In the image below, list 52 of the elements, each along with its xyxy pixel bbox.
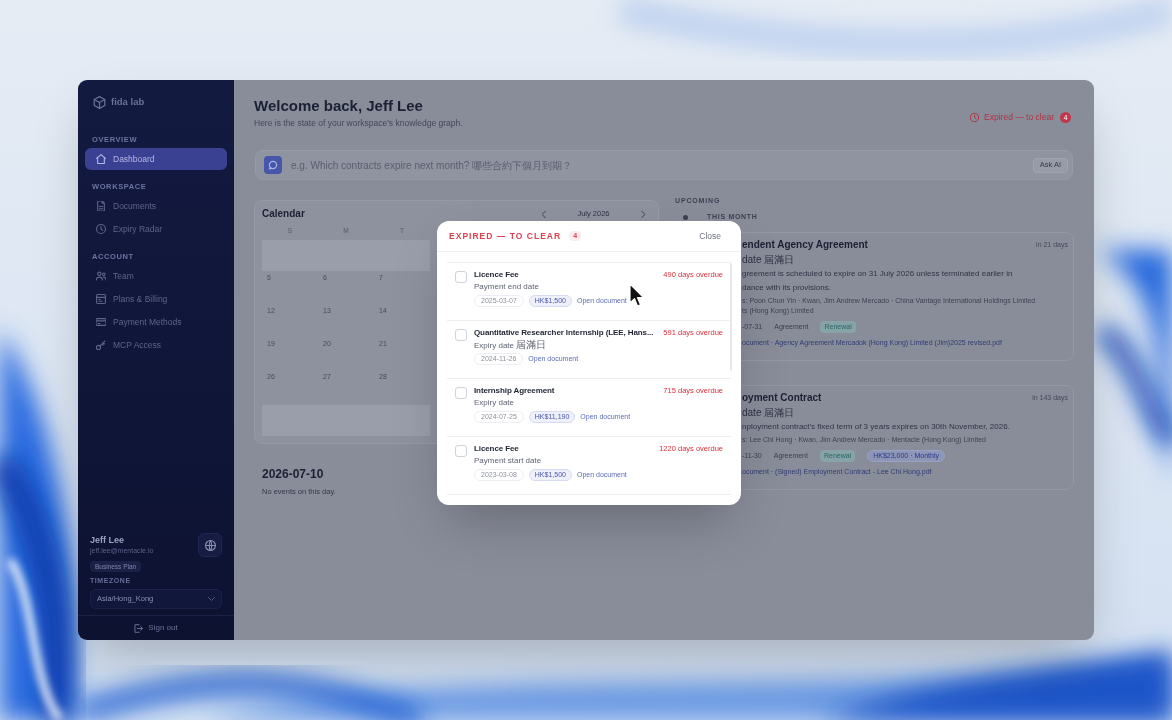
card-description: nployment contract's fixed term of 3 years expires on 30th November, 2026.: [742, 421, 1010, 433]
cube-logo-icon: [93, 95, 106, 109]
card-title: oyment Contract: [742, 392, 822, 404]
language-button[interactable]: [198, 533, 222, 557]
item-title: Licence Fee: [474, 270, 519, 280]
logo-text: fida lab: [111, 97, 145, 107]
checkbox[interactable]: [455, 271, 467, 283]
close-button[interactable]: Close: [695, 229, 725, 243]
card-subtitle: date 屆滿日: [742, 406, 795, 419]
clock-icon: [96, 224, 106, 234]
checkbox[interactable]: [455, 445, 467, 457]
nav-item[interactable]: Documents: [85, 195, 227, 217]
key-icon: [96, 340, 106, 350]
item-title: Licence Fee: [474, 444, 519, 454]
invoice-icon: [96, 294, 106, 304]
dot-icon: [683, 214, 688, 220]
nav-item[interactable]: MCP Access: [85, 334, 227, 356]
mouse-pointer-icon: [629, 283, 645, 308]
calendar-title: Calendar: [262, 207, 305, 221]
item-subtitle: Expiry date 屆滿日: [474, 339, 547, 351]
globe-icon: [204, 539, 216, 551]
nav-item[interactable]: Expiry Radar: [85, 218, 227, 240]
nav-item[interactable]: Dashboard: [85, 148, 227, 170]
checkbox[interactable]: [455, 387, 467, 399]
item-title: Quantitative Researcher Internship (LEE, Hans...: [474, 328, 654, 338]
dialog-title: EXPIRED — TO CLEAR: [449, 229, 562, 243]
selected-date: 2026-07-10: [262, 466, 324, 482]
chevron-left-icon[interactable]: [542, 210, 546, 218]
item-subtitle: Payment start date: [474, 455, 542, 467]
chevron-right-icon[interactable]: [641, 210, 645, 218]
item-title: Internship Agreement: [474, 386, 555, 396]
checkbox[interactable]: [455, 329, 467, 341]
home-icon: [96, 154, 106, 164]
people-icon: [96, 271, 106, 281]
chevron-down-icon: [208, 597, 215, 601]
item-subtitle: Payment end date: [474, 281, 539, 293]
item-subtitle: Expiry date: [474, 397, 515, 409]
nav-item[interactable]: Payment Methods: [85, 311, 227, 333]
chat-bubble-icon: [264, 156, 282, 174]
page-subtitle: Here is the state of your workspace's knowledge graph.: [254, 117, 463, 129]
nav-item[interactable]: Plans & Billing: [85, 288, 227, 310]
sign-out-icon: [134, 623, 144, 633]
sign-out-button[interactable]: Sign out: [134, 622, 178, 634]
card-subtitle: date 屆滿日: [742, 253, 795, 266]
nav-item[interactable]: Team: [85, 265, 227, 287]
user-name: Jeff Lee: [90, 534, 125, 546]
credit-card-icon: [96, 317, 106, 327]
document-icon: [96, 201, 106, 211]
card-description: greement is scheduled to expire on 31 July 2026 unless terminated earlier in dance with its provisions.: [742, 268, 1013, 294]
card-title: endent Agency Agreement: [742, 239, 868, 251]
clock-icon: [970, 112, 980, 122]
page-title: Welcome back, Jeff Lee: [254, 96, 424, 116]
